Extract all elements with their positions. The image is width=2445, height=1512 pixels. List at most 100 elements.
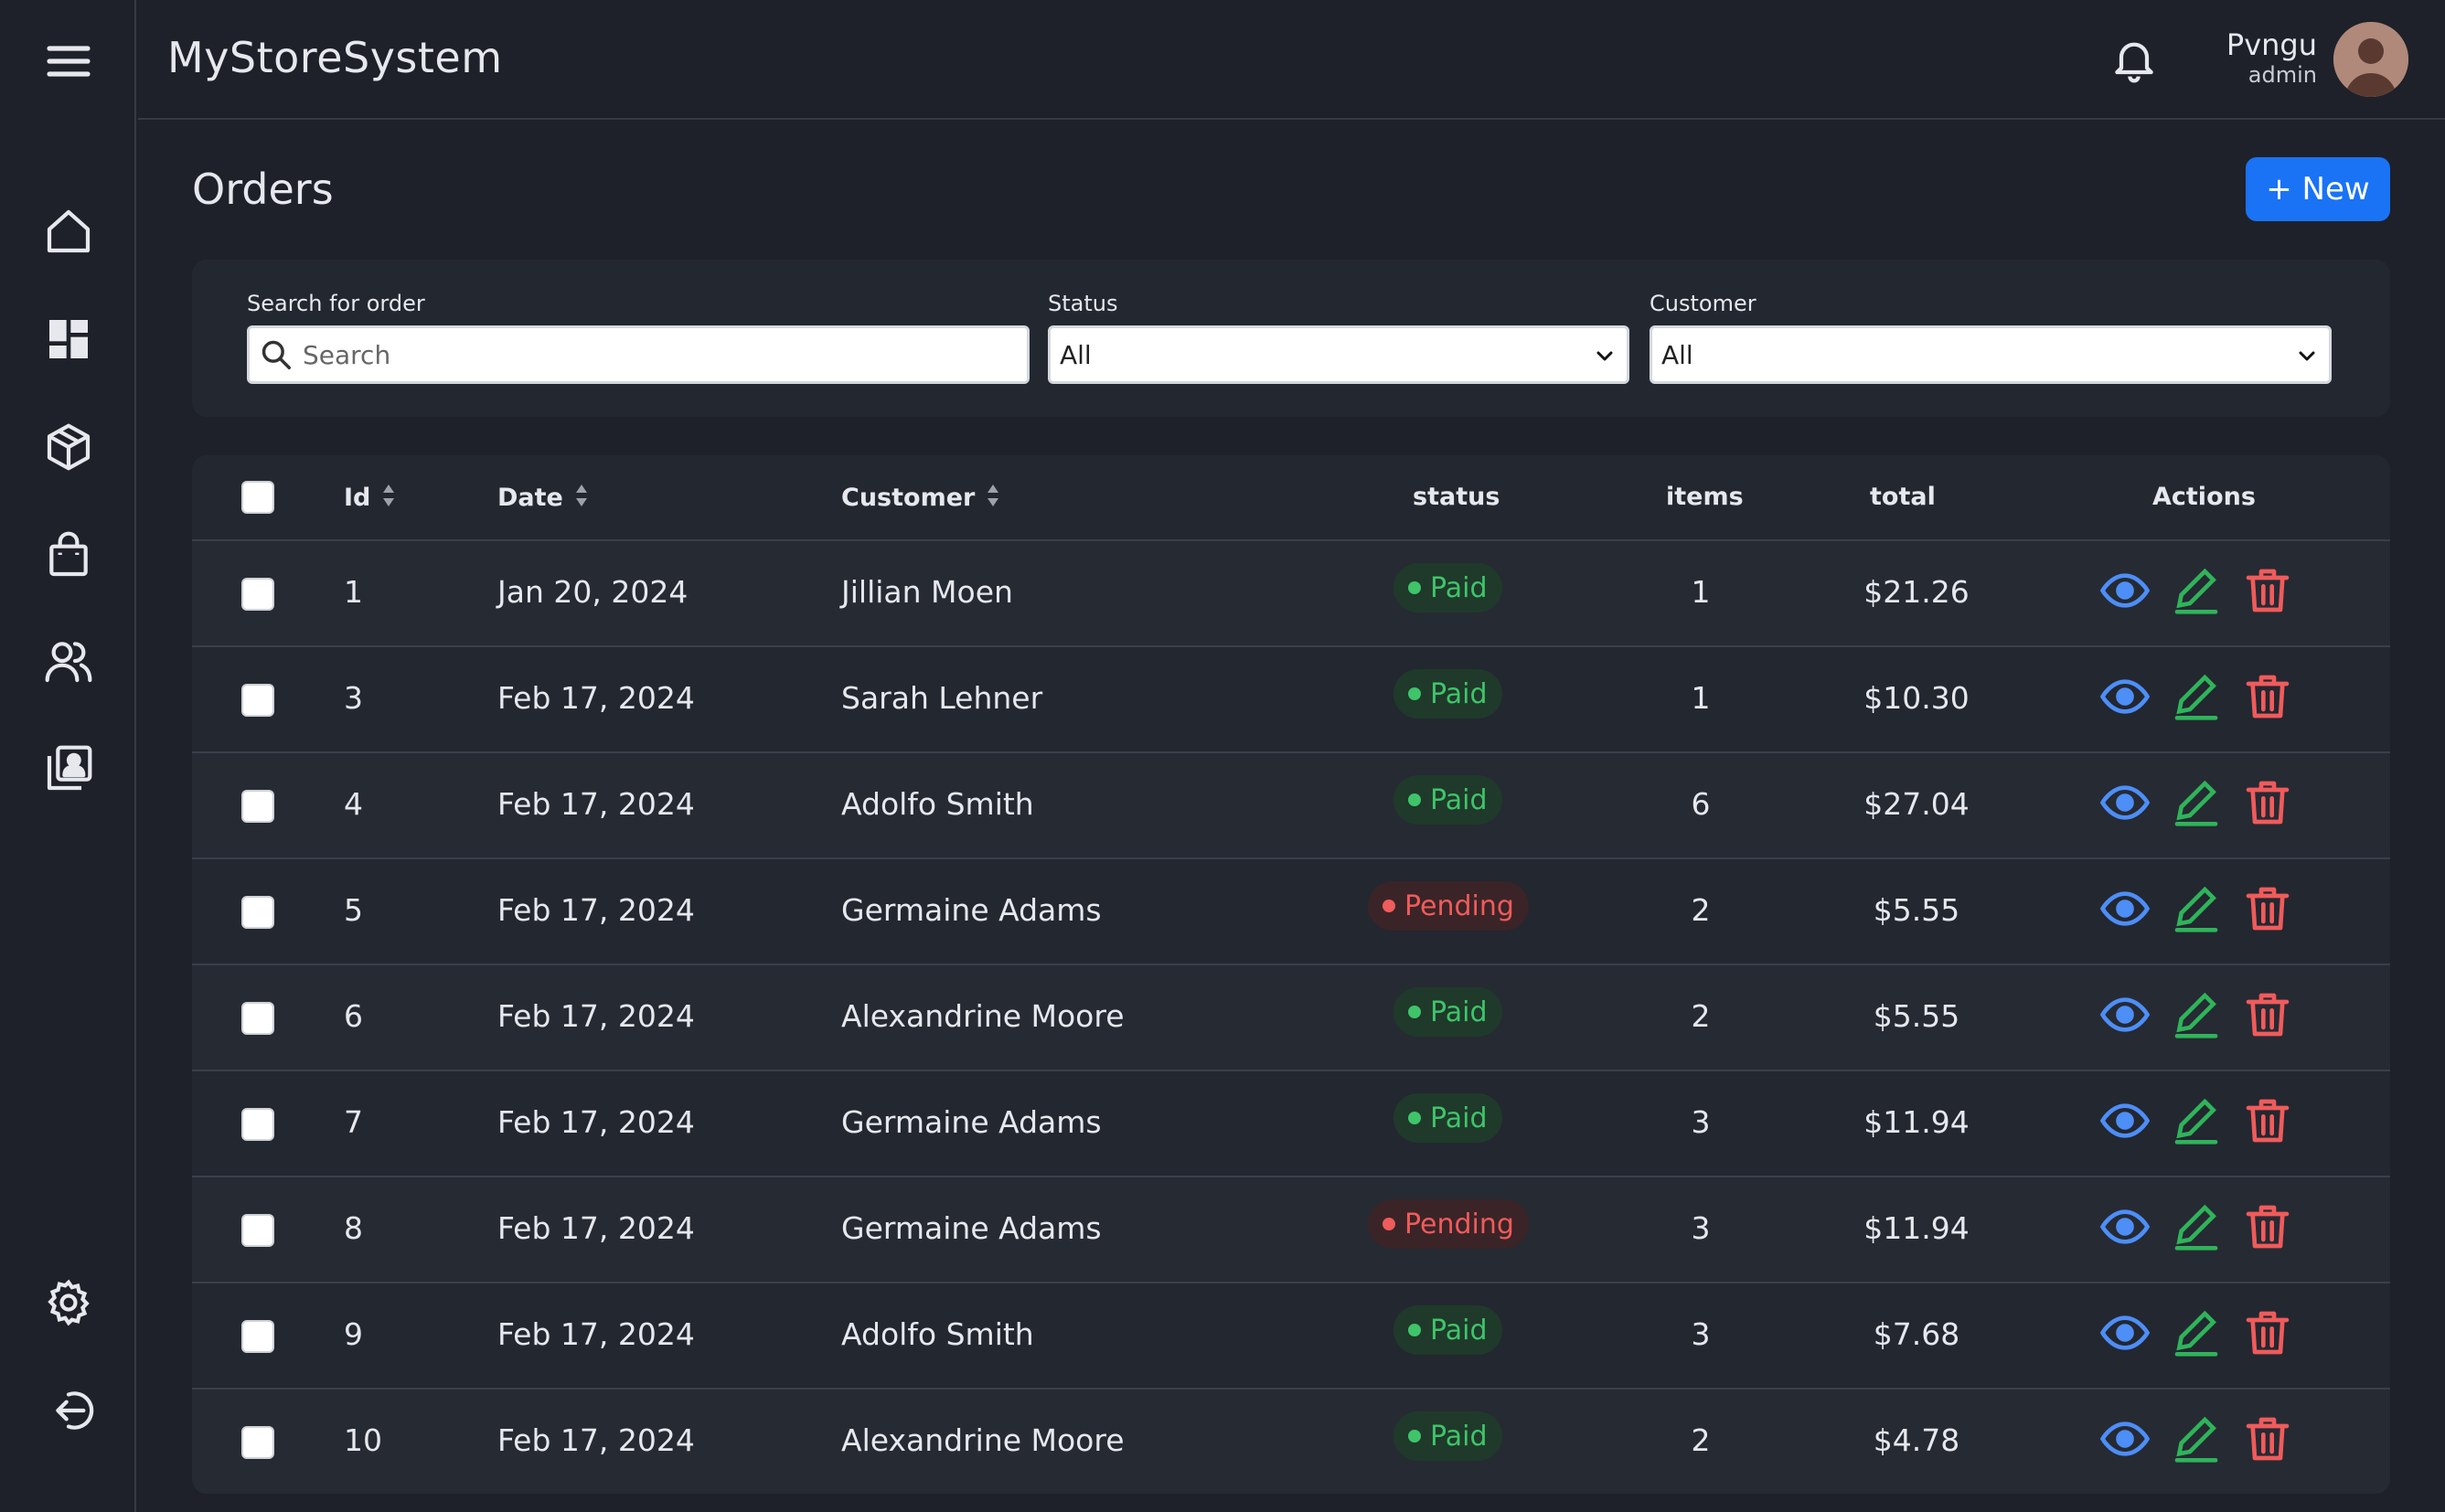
delete-trash-icon[interactable]	[2242, 1413, 2293, 1464]
cell-customer: Jillian Moen	[841, 574, 1013, 610]
select-all-checkbox[interactable]	[241, 481, 274, 514]
edit-pencil-icon[interactable]	[2171, 777, 2222, 828]
status-badge-label: Pending	[1404, 889, 1514, 922]
view-eye-icon[interactable]	[2099, 565, 2151, 616]
delete-trash-icon[interactable]	[2242, 1307, 2293, 1358]
edit-pencil-icon[interactable]	[2171, 671, 2222, 722]
cell-items: 1	[1691, 574, 1711, 610]
view-eye-icon[interactable]	[2099, 1307, 2151, 1358]
cell-total: $21.26	[1863, 574, 1970, 610]
customer-label: Customer	[1650, 291, 1756, 316]
contacts-icon[interactable]	[38, 739, 99, 799]
cell-date: Feb 17, 2024	[497, 1316, 695, 1352]
delete-trash-icon[interactable]	[2242, 989, 2293, 1040]
cell-id: 4	[344, 786, 363, 822]
cell-total: $10.30	[1863, 680, 1970, 716]
search-input[interactable]: Search	[247, 325, 1030, 384]
avatar[interactable]	[2333, 22, 2408, 97]
edit-pencil-icon[interactable]	[2171, 1095, 2222, 1146]
delete-trash-icon[interactable]	[2242, 883, 2293, 934]
cell-items: 2	[1691, 998, 1711, 1034]
notification-bell-icon[interactable]	[2104, 29, 2164, 90]
status-select-value: All	[1060, 339, 1092, 370]
status-badge-label: Paid	[1430, 996, 1488, 1028]
cell-customer: Germaine Adams	[841, 1210, 1102, 1246]
edit-pencil-icon[interactable]	[2171, 1201, 2222, 1252]
status-select[interactable]: All	[1048, 325, 1629, 384]
status-badge: Paid	[1393, 563, 1502, 612]
logout-icon[interactable]	[38, 1380, 99, 1441]
cell-date: Feb 17, 2024	[497, 1422, 695, 1458]
status-badge-label: Paid	[1430, 783, 1488, 816]
dashboard-icon[interactable]	[38, 309, 99, 369]
cell-date: Jan 20, 2024	[497, 574, 689, 610]
cell-customer: Germaine Adams	[841, 1104, 1102, 1140]
status-badge: Paid	[1393, 1305, 1502, 1355]
edit-pencil-icon[interactable]	[2171, 883, 2222, 934]
status-badge: Paid	[1393, 1411, 1502, 1461]
table-row: 1 Jan 20, 2024 Jillian Moen Paid 1 $21.26	[192, 539, 2390, 645]
cell-total: $11.94	[1863, 1210, 1970, 1246]
cell-date: Feb 17, 2024	[497, 998, 695, 1034]
view-eye-icon[interactable]	[2099, 883, 2151, 934]
row-checkbox[interactable]	[241, 1426, 274, 1459]
status-dot-icon	[1408, 1430, 1421, 1443]
settings-gear-icon[interactable]	[38, 1272, 99, 1333]
delete-trash-icon[interactable]	[2242, 1095, 2293, 1146]
customer-select[interactable]: All	[1650, 325, 2332, 384]
home-icon[interactable]	[38, 201, 99, 261]
view-eye-icon[interactable]	[2099, 1095, 2151, 1146]
row-checkbox[interactable]	[241, 1108, 274, 1141]
search-placeholder: Search	[303, 339, 391, 370]
cell-customer: Alexandrine Moore	[841, 1422, 1125, 1458]
edit-pencil-icon[interactable]	[2171, 989, 2222, 1040]
sidebar	[0, 0, 136, 1512]
row-checkbox[interactable]	[241, 1320, 274, 1353]
sort-icon[interactable]	[574, 483, 589, 515]
status-badge: Pending	[1368, 1199, 1529, 1249]
customers-icon[interactable]	[38, 631, 99, 691]
column-header-id[interactable]: Id	[344, 483, 396, 515]
shopping-bag-icon[interactable]	[38, 525, 99, 585]
column-header-items: items	[1666, 483, 1744, 511]
table-row: 7 Feb 17, 2024 Germaine Adams Paid 3 $11.94	[192, 1070, 2390, 1176]
cell-id: 6	[344, 998, 363, 1034]
view-eye-icon[interactable]	[2099, 777, 2151, 828]
view-eye-icon[interactable]	[2099, 989, 2151, 1040]
view-eye-icon[interactable]	[2099, 1201, 2151, 1252]
sort-icon[interactable]	[381, 483, 396, 515]
status-badge-label: Paid	[1430, 677, 1488, 710]
products-box-icon[interactable]	[38, 417, 99, 477]
new-order-button[interactable]: + New	[2246, 157, 2390, 221]
row-checkbox[interactable]	[241, 684, 274, 717]
view-eye-icon[interactable]	[2099, 671, 2151, 722]
row-checkbox[interactable]	[241, 896, 274, 929]
cell-date: Feb 17, 2024	[497, 680, 695, 716]
row-checkbox[interactable]	[241, 1002, 274, 1035]
row-checkbox[interactable]	[241, 790, 274, 823]
view-eye-icon[interactable]	[2099, 1413, 2151, 1464]
delete-trash-icon[interactable]	[2242, 671, 2293, 722]
delete-trash-icon[interactable]	[2242, 565, 2293, 616]
row-checkbox[interactable]	[241, 1214, 274, 1247]
edit-pencil-icon[interactable]	[2171, 1413, 2222, 1464]
cell-customer: Sarah Lehner	[841, 680, 1043, 716]
edit-pencil-icon[interactable]	[2171, 1307, 2222, 1358]
delete-trash-icon[interactable]	[2242, 1201, 2293, 1252]
status-badge: Paid	[1393, 1093, 1502, 1143]
row-checkbox[interactable]	[241, 578, 274, 611]
status-badge: Pending	[1368, 881, 1529, 931]
cell-date: Feb 17, 2024	[497, 1104, 695, 1140]
sort-icon[interactable]	[986, 483, 1000, 515]
cell-total: $7.68	[1873, 1316, 1960, 1352]
status-dot-icon	[1383, 1218, 1395, 1230]
menu-hamburger-icon[interactable]	[38, 31, 99, 91]
column-header-date[interactable]: Date	[497, 483, 589, 515]
edit-pencil-icon[interactable]	[2171, 565, 2222, 616]
cell-customer: Adolfo Smith	[841, 786, 1034, 822]
delete-trash-icon[interactable]	[2242, 777, 2293, 828]
status-dot-icon	[1408, 687, 1421, 700]
cell-customer: Germaine Adams	[841, 892, 1102, 928]
status-dot-icon	[1408, 581, 1421, 594]
column-header-customer[interactable]: Customer	[841, 483, 1000, 515]
